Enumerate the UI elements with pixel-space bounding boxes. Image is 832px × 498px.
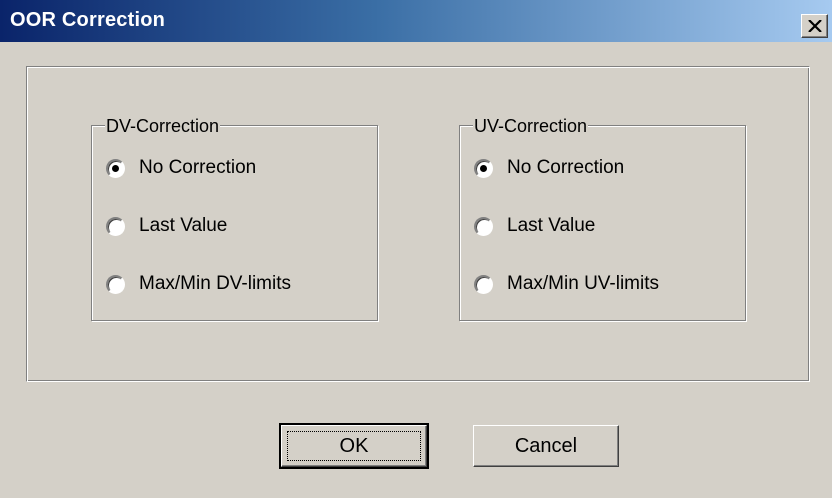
cancel-button-label: Cancel <box>514 434 578 457</box>
close-button[interactable] <box>801 14 828 38</box>
radio-button[interactable] <box>106 216 125 236</box>
radio-button[interactable] <box>474 158 493 178</box>
dv-option-no-correction[interactable]: No Correction <box>106 155 256 181</box>
cancel-button[interactable]: Cancel <box>473 425 619 467</box>
close-x-icon <box>808 20 822 32</box>
dv-correction-group: DV-Correction No Correction Last Value M… <box>91 116 378 321</box>
window-title: OOR Correction <box>10 9 166 31</box>
radio-label: Max/Min DV-limits <box>139 273 292 294</box>
radio-button[interactable] <box>106 274 125 294</box>
uv-correction-legend: UV-Correction <box>473 116 589 136</box>
title-bar[interactable]: OOR Correction <box>0 0 832 42</box>
uv-option-no-correction[interactable]: No Correction <box>474 155 624 181</box>
radio-label: No Correction <box>139 157 257 178</box>
uv-correction-group: UV-Correction No Correction Last Value M… <box>459 116 746 321</box>
radio-button[interactable] <box>474 274 493 294</box>
radio-label: Max/Min UV-limits <box>507 273 660 294</box>
radio-label: Last Value <box>139 215 228 236</box>
ok-button[interactable]: OK <box>279 423 429 469</box>
radio-label: Last Value <box>507 215 596 236</box>
radio-label: No Correction <box>507 157 625 178</box>
dv-option-last-value[interactable]: Last Value <box>106 213 227 239</box>
focus-rectangle <box>287 431 421 461</box>
radio-button[interactable] <box>106 158 125 178</box>
dv-correction-legend: DV-Correction <box>105 116 221 136</box>
uv-option-max-min-limits[interactable]: Max/Min UV-limits <box>474 271 659 297</box>
uv-option-last-value[interactable]: Last Value <box>474 213 595 239</box>
radio-button[interactable] <box>474 216 493 236</box>
dv-option-max-min-limits[interactable]: Max/Min DV-limits <box>106 271 291 297</box>
